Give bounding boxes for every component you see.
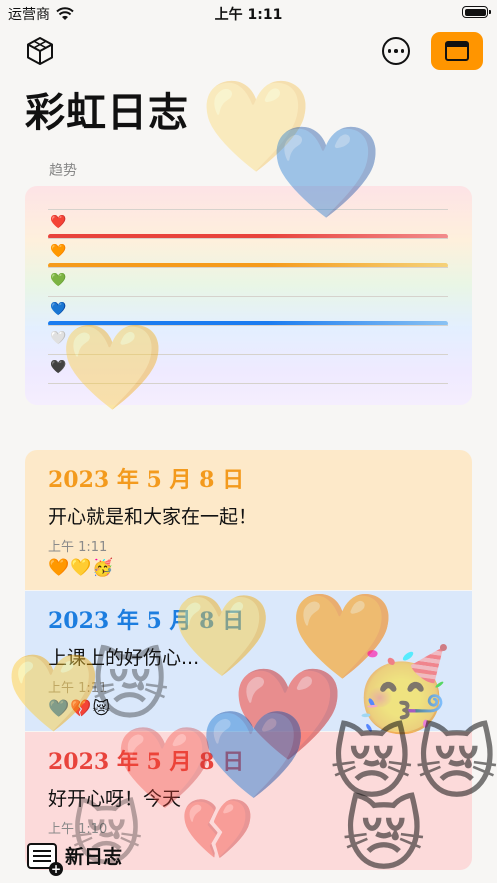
white-heart-icon: 🤍 bbox=[50, 331, 67, 346]
window-view-button[interactable] bbox=[431, 32, 483, 70]
entry-date: 2023 年 5 月 8 日 bbox=[48, 467, 245, 493]
new-entry-icon bbox=[27, 842, 63, 876]
more-dot bbox=[394, 49, 398, 53]
trend-row-green: 💚 bbox=[48, 267, 448, 297]
page-title: 彩虹日志 bbox=[25, 90, 189, 136]
journal-entry-card[interactable]: 2023 年 5 月 8 日 上课上的好伤心... 上午 1:11 💙💔😿 bbox=[25, 591, 472, 731]
black-heart-icon: 🖤 bbox=[50, 360, 67, 375]
window-icon bbox=[445, 41, 469, 61]
trend-row-orange: 🧡 bbox=[48, 238, 448, 268]
entry-emoji-tags: 🧡💛🥳 bbox=[48, 558, 115, 578]
status-time: 上午 1:11 bbox=[214, 7, 283, 23]
blue-heart-icon: 💙 bbox=[50, 302, 67, 317]
new-entry-button[interactable]: 新日志 bbox=[27, 842, 123, 876]
green-heart-icon: 💚 bbox=[50, 273, 67, 288]
trend-row-blue: 💙 bbox=[48, 296, 448, 326]
battery-icon bbox=[462, 6, 491, 18]
entry-time: 上午 1:11 bbox=[48, 540, 108, 555]
journal-entry-card[interactable]: 2023 年 5 月 8 日 开心就是和大家在一起！ 上午 1:11 🧡💛🥳 bbox=[25, 450, 472, 590]
trend-row-black: 🖤 bbox=[48, 354, 448, 384]
red-heart-icon: ❤️ bbox=[50, 215, 67, 230]
entry-text: 好开心呀！今天 bbox=[48, 788, 182, 810]
more-options-button[interactable] bbox=[382, 37, 410, 65]
more-dot bbox=[400, 49, 405, 53]
trend-chart-card: ❤️ 🧡 💚 💙 🤍 🖤 bbox=[25, 186, 472, 405]
orange-heart-icon: 🧡 bbox=[50, 244, 67, 259]
status-bar: 运营商 上午 1:11 bbox=[0, 0, 497, 26]
entry-emoji-tags: 💙💔😿 bbox=[48, 699, 112, 719]
new-entry-label: 新日志 bbox=[65, 846, 123, 868]
cube-icon[interactable] bbox=[25, 36, 55, 66]
entry-time: 上午 1:10 bbox=[48, 822, 108, 837]
entry-time: 上午 1:11 bbox=[48, 681, 108, 696]
trend-row-white: 🤍 bbox=[48, 325, 448, 355]
more-dot bbox=[387, 49, 392, 53]
entry-date: 2023 年 5 月 8 日 bbox=[48, 749, 245, 775]
entry-date: 2023 年 5 月 8 日 bbox=[48, 608, 245, 634]
entry-text: 开心就是和大家在一起！ bbox=[48, 506, 258, 528]
entry-text: 上课上的好伤心... bbox=[48, 647, 200, 669]
floating-yellow-heart-icon: 💛 bbox=[200, 74, 313, 179]
trend-section-label: 趋势 bbox=[49, 163, 77, 179]
trend-row-red: ❤️ bbox=[48, 209, 448, 239]
